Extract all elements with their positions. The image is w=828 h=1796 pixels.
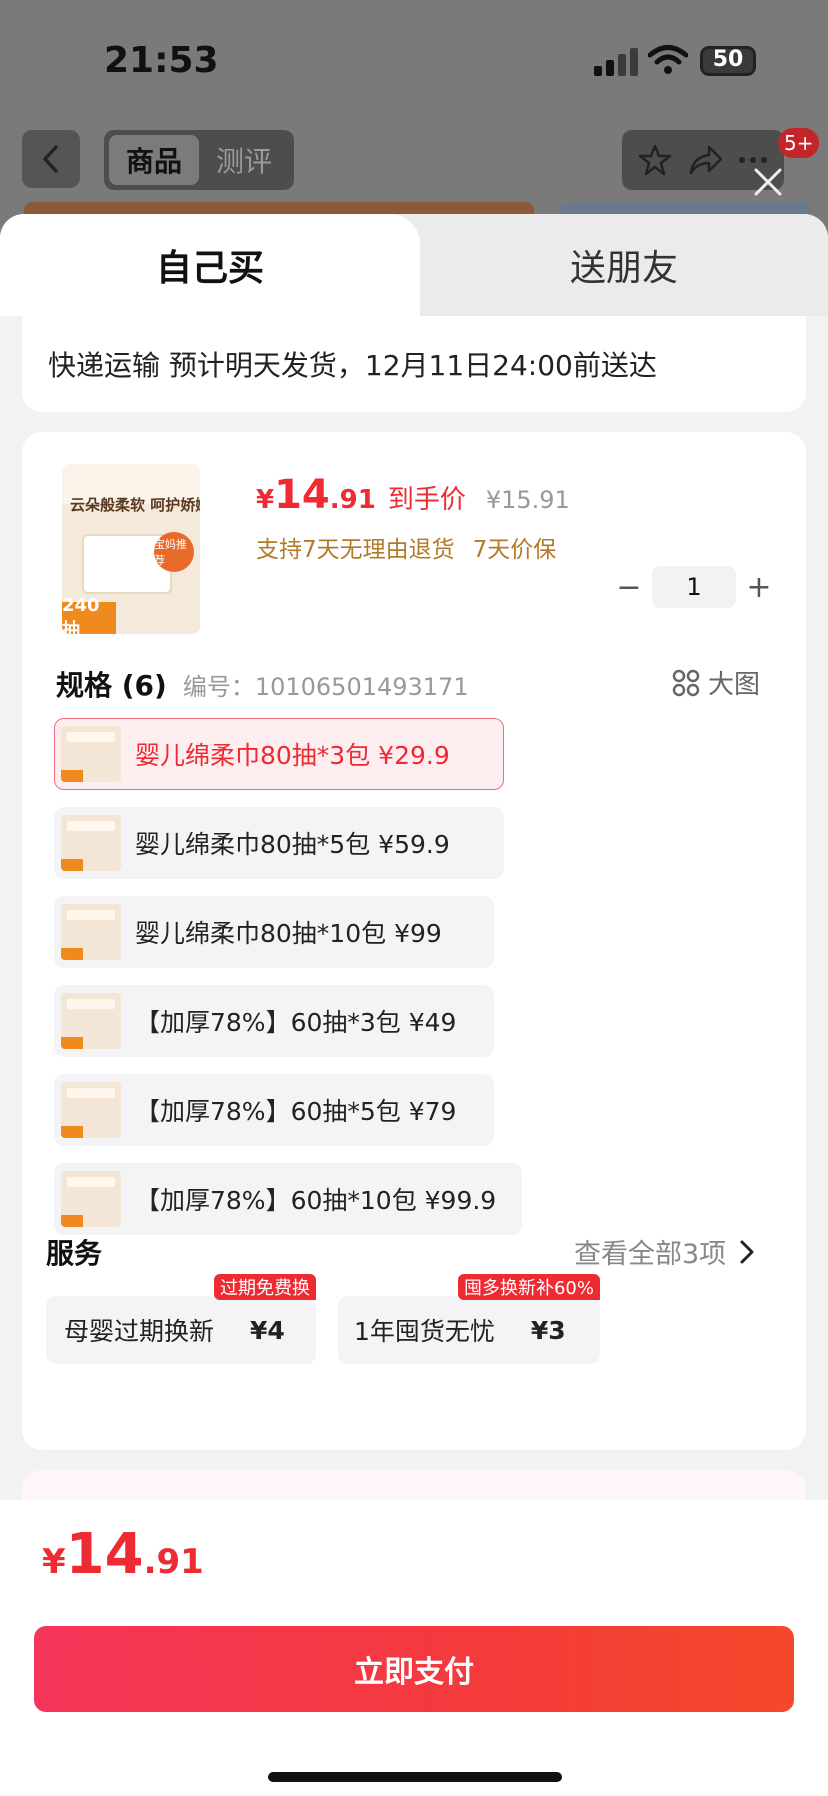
services-title: 服务 <box>46 1237 103 1270</box>
grid-icon <box>672 669 700 696</box>
option-label: 【加厚78%】60抽*5包 ¥79 <box>135 1097 457 1126</box>
price-integer: 14 <box>274 472 330 518</box>
product-card: 云朵般柔软 呵护娇嫩肌 宝妈推荐 240抽 ¥ 14 .91 到手价 ¥15.9… <box>22 432 806 1450</box>
option-thumbnail <box>61 904 121 960</box>
option-thumbnail <box>61 726 121 782</box>
service-tag: 过期免费换 <box>214 1274 316 1300</box>
quantity-value[interactable]: 1 <box>652 566 736 608</box>
spec-option[interactable]: 婴儿绵柔巾80抽*3包 ¥29.9 <box>54 718 504 790</box>
service-item[interactable]: 母婴过期换新 ¥4 过期免费换 <box>46 1274 316 1364</box>
total-integer: 14 <box>65 1522 144 1587</box>
chevron-right-icon <box>740 1240 754 1263</box>
price-row: ¥ 14 .91 到手价 ¥15.91 <box>256 472 570 518</box>
spec-option[interactable]: 婴儿绵柔巾80抽*5包 ¥59.9 <box>54 807 504 879</box>
product-image-title: 云朵般柔软 呵护娇嫩肌 <box>70 496 200 514</box>
total-currency: ¥ <box>42 1542 66 1582</box>
more-icon[interactable] <box>738 155 768 165</box>
service-item[interactable]: 1年囤货无忧 ¥3 囤多换新补60% <box>338 1274 600 1364</box>
spec-option[interactable]: 【加厚78%】60抽*10包 ¥99.9 <box>54 1163 522 1235</box>
guarantee-info: 支持7天无理由退货 7天价保 <box>256 530 556 564</box>
quantity-stepper: − 1 + <box>606 566 782 608</box>
total-decimal: .91 <box>143 1542 204 1582</box>
purchase-mode-tabs: 送朋友 自己买 <box>0 214 828 316</box>
option-thumbnail <box>61 993 121 1049</box>
original-price: ¥15.91 <box>485 486 570 514</box>
shipping-card: 快递运输 预计明天发货，12月11日24:00前送达 <box>22 316 806 412</box>
product-code: 编号：10106501493171 <box>182 673 469 701</box>
big-image-button[interactable]: 大图 <box>672 664 760 701</box>
product-image-count: 240抽 <box>62 595 116 634</box>
service-price: ¥3 <box>530 1315 566 1345</box>
battery-level: 50 <box>712 47 744 72</box>
service-name: 1年囤货无忧 <box>354 1317 495 1346</box>
tab-gift[interactable]: 送朋友 <box>420 214 828 316</box>
spec-option[interactable]: 【加厚78%】60抽*3包 ¥49 <box>54 985 494 1057</box>
price-label: 到手价 <box>387 485 466 515</box>
price-decimal: .91 <box>329 485 376 515</box>
star-icon[interactable] <box>638 143 672 177</box>
chevron-left-icon <box>43 145 58 173</box>
total-price: ¥ 14 .91 <box>42 1522 204 1587</box>
page-segment-tabs: 商品 测评 <box>104 130 294 190</box>
option-label: 婴儿绵柔巾80抽*3包 ¥29.9 <box>135 741 450 770</box>
home-indicator[interactable] <box>268 1772 562 1782</box>
option-label: 婴儿绵柔巾80抽*5包 ¥59.9 <box>135 830 450 859</box>
option-thumbnail <box>61 1082 121 1138</box>
spec-option[interactable]: 【加厚78%】60抽*5包 ¥79 <box>54 1074 494 1146</box>
shipping-info: 快递运输 预计明天发货，12月11日24:00前送达 <box>48 349 657 382</box>
tab-goods[interactable]: 商品 <box>109 135 199 185</box>
option-thumbnail <box>61 815 121 871</box>
product-image-tag: 宝妈推荐 <box>154 532 194 572</box>
view-all-services[interactable]: 查看全部3项 <box>574 1232 754 1271</box>
plus-button[interactable]: + <box>736 566 782 608</box>
product-image[interactable]: 云朵般柔软 呵护娇嫩肌 宝妈推荐 240抽 <box>62 464 200 634</box>
status-bar: 21:53 50 <box>0 0 828 120</box>
service-tag: 囤多换新补60% <box>457 1274 600 1300</box>
price-protection: 7天价保 <box>472 537 557 563</box>
close-icon[interactable] <box>752 166 784 198</box>
notification-badge: 5+ <box>778 128 820 158</box>
price-currency: ¥ <box>256 485 275 515</box>
spec-header: 规格 (6) 编号：10106501493171 <box>56 664 469 704</box>
option-label: 【加厚78%】60抽*3包 ¥49 <box>135 1008 457 1037</box>
service-price: ¥4 <box>250 1315 285 1345</box>
battery-icon: 50 <box>700 46 756 76</box>
option-thumbnail <box>61 1171 121 1227</box>
minus-button[interactable]: − <box>606 566 652 608</box>
service-name: 母婴过期换新 <box>64 1317 215 1346</box>
tab-self-buy[interactable]: 自己买 <box>0 214 420 316</box>
option-label: 【加厚78%】60抽*10包 ¥99.9 <box>135 1186 497 1215</box>
pay-now-button[interactable]: 立即支付 <box>34 1626 794 1712</box>
share-icon[interactable] <box>687 143 723 177</box>
spec-option[interactable]: 婴儿绵柔巾80抽*10包 ¥99 <box>54 896 494 968</box>
signal-icon <box>594 48 638 76</box>
tab-review[interactable]: 测评 <box>199 135 289 185</box>
status-time: 21:53 <box>104 40 219 81</box>
back-button[interactable] <box>22 130 80 188</box>
checkout-footer: ¥ 14 .91 立即支付 <box>0 1500 828 1796</box>
option-label: 婴儿绵柔巾80抽*10包 ¥99 <box>135 919 442 948</box>
view-all-label: 查看全部3项 <box>574 1239 727 1270</box>
spec-title: 规格 (6) <box>56 669 167 702</box>
return-policy: 支持7天无理由退货 <box>256 537 455 563</box>
big-image-label: 大图 <box>708 670 761 700</box>
wifi-icon <box>648 45 688 74</box>
